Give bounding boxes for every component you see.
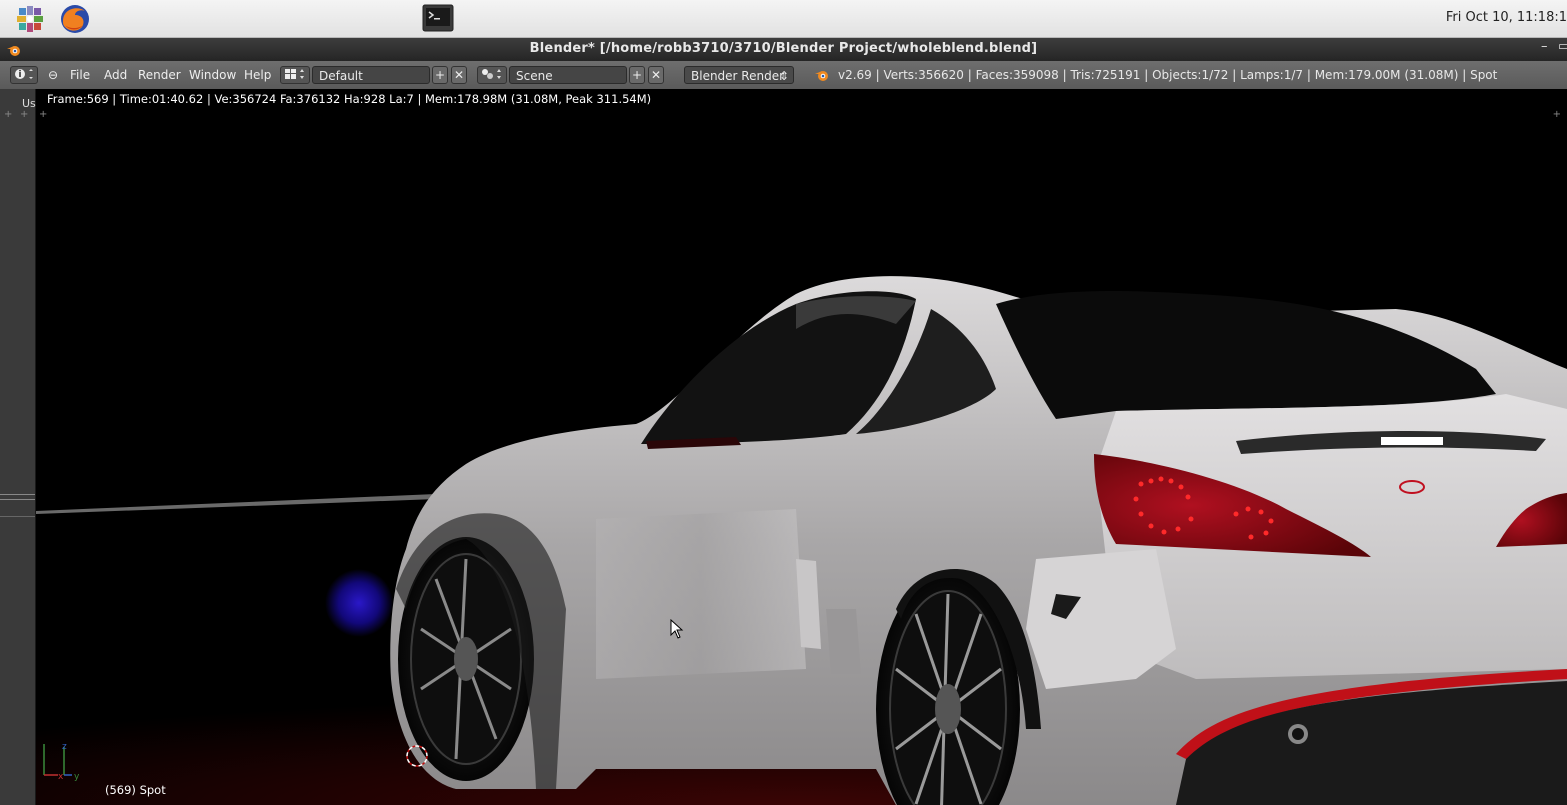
svg-text:y: y [74,772,80,782]
svg-text:z: z [62,742,67,752]
blender-logo-icon [814,67,830,86]
3d-viewport[interactable]: x y z + + Frame:569 | Time:01:40.62 | Ve… [36,89,1567,805]
applications-menu-icon[interactable] [14,3,46,35]
rendered-car-image: x y z [36,276,1567,805]
menu-render[interactable]: Render [138,68,181,82]
info-header: ⊖ File Add Render Window Help Default + … [0,61,1567,90]
menu-add[interactable]: Add [104,68,127,82]
corner-plus-icon[interactable]: + [1553,109,1561,120]
window-title: Blender* [/home/robb3710/3710/Blender Pr… [529,41,1038,56]
editor-type-selector[interactable] [10,66,38,84]
firefox-icon[interactable] [59,3,91,35]
menu-help[interactable]: Help [244,68,271,82]
area-divider[interactable] [0,499,35,500]
menu-file[interactable]: File [70,68,90,82]
scene-browse-icon[interactable] [477,66,507,84]
scene-field[interactable]: Scene [509,66,627,84]
remove-screen-icon[interactable]: ✕ [451,66,467,84]
mouse-cursor-icon [670,619,684,639]
add-screen-icon[interactable]: + [432,66,448,84]
dropdown-arrows-icon: ⇕ [778,69,789,83]
desktop-taskbar: Fri Oct 10, 11:18:1 [0,0,1567,38]
screen-layout-browse-icon[interactable] [280,66,310,84]
minimize-icon[interactable]: – [1541,39,1548,54]
collapse-menu-icon[interactable]: ⊖ [48,68,58,82]
render-engine-label: Blender Render [691,69,785,83]
corner-plus-icon[interactable]: + [20,109,28,120]
screen-layout-field[interactable]: Default [312,66,430,84]
clock: Fri Oct 10, 11:18:1 [1445,10,1567,25]
left-editor-strip: Us + + [0,89,36,805]
corner-plus-icon[interactable]: + [4,109,12,120]
remove-scene-icon[interactable]: ✕ [648,66,664,84]
terminal-icon[interactable] [422,4,454,32]
area-divider[interactable] [0,494,35,495]
corner-plus-icon[interactable]: + [39,109,47,120]
add-scene-icon[interactable]: + [629,66,645,84]
render-engine-dropdown[interactable]: Blender Render ⇕ [684,66,794,84]
svg-text:x: x [58,772,64,782]
render-info-text: Frame:569 | Time:01:40.62 | Ve:356724 Fa… [47,92,652,106]
maximize-icon[interactable]: ▭ [1558,39,1567,54]
window-titlebar: Blender* [/home/robb3710/3710/Blender Pr… [0,38,1567,61]
menu-window[interactable]: Window [189,68,236,82]
area-divider[interactable] [0,516,35,517]
active-object-label: (569) Spot [105,783,166,797]
scene-stats: v2.69 | Verts:356620 | Faces:359098 | Tr… [838,68,1498,82]
